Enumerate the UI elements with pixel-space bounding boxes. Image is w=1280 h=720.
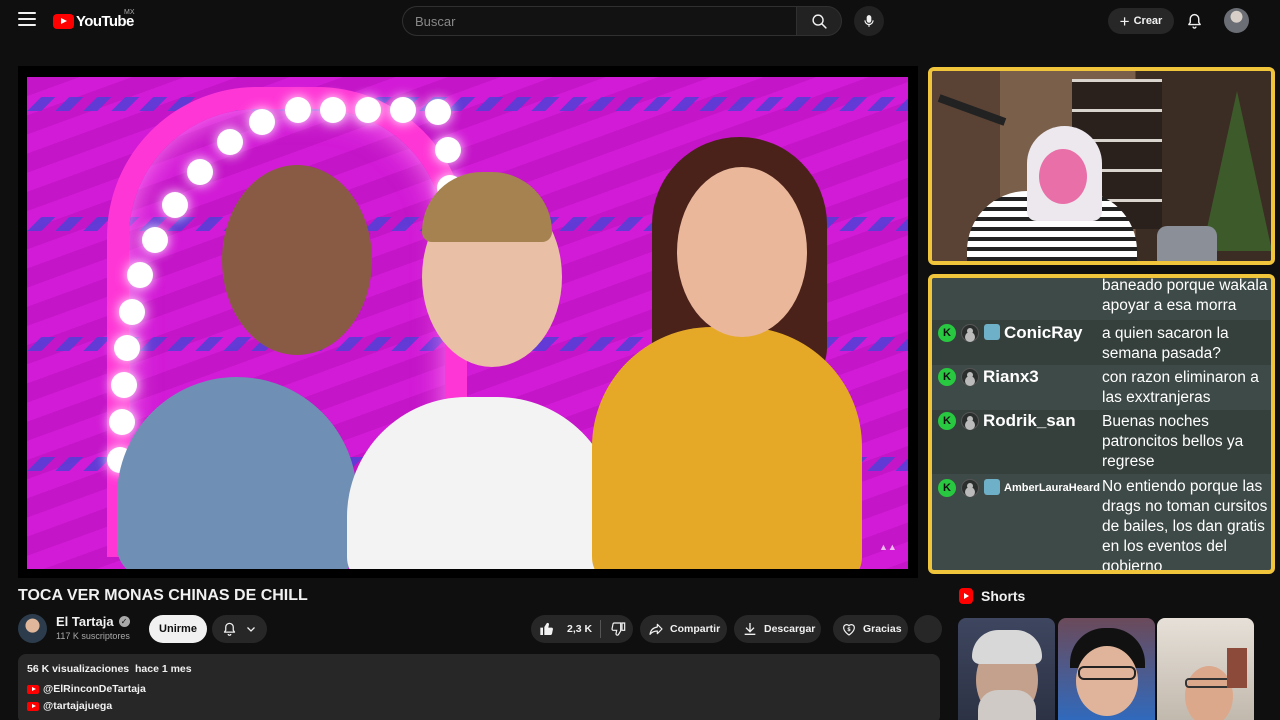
link-text: @tartajajuega	[43, 700, 113, 712]
kick-badge-icon: K	[938, 479, 956, 497]
chat-message-text: Buenas noches patroncitos bellos ya regr…	[1102, 413, 1244, 470]
short-thumbnail[interactable]	[1157, 618, 1254, 720]
chat-message: K Rianx3 con razon eliminaron a las exxt…	[932, 366, 1271, 426]
download-button[interactable]: Descargar	[734, 615, 821, 643]
channel-watermark-icon: ▲▲	[879, 542, 897, 552]
chevron-down-icon	[247, 627, 255, 632]
like-count: 2,3 K	[567, 623, 593, 635]
search-bar	[402, 6, 843, 36]
kick-badge-icon: K	[938, 324, 956, 342]
channel-avatar[interactable]	[18, 614, 47, 643]
chat-username: Rodrik_san	[983, 411, 1076, 430]
shorts-icon	[959, 588, 973, 604]
kick-badge-icon: K	[938, 368, 956, 386]
thanks-label: Gracias	[863, 623, 902, 635]
emote-icon	[984, 479, 1000, 495]
youtube-icon	[27, 701, 39, 711]
shorts-header: Shorts	[959, 588, 1025, 604]
thanks-button[interactable]: $ Gracias	[833, 615, 908, 643]
user-icon	[961, 324, 979, 342]
youtube-icon	[27, 684, 39, 694]
microphone-icon	[864, 15, 874, 27]
chat-message: K AmberLauraHeard No entiendo porque las…	[932, 475, 1271, 574]
chat-username: AmberLauraHeard	[1004, 482, 1100, 494]
chat-message: baneado porque wakala apoyar a esa morra	[932, 277, 1271, 316]
thumbs-down-icon	[611, 622, 626, 636]
menu-icon[interactable]	[18, 12, 36, 28]
description-link[interactable]: @tartajajuega	[27, 700, 112, 712]
bell-icon	[223, 622, 236, 636]
share-label: Compartir	[670, 623, 721, 635]
short-thumbnail[interactable]	[1058, 618, 1155, 720]
short-thumbnail[interactable]	[958, 618, 1055, 720]
chat-username: Rianx3	[983, 367, 1039, 386]
streamer-webcam	[928, 67, 1275, 265]
description-box[interactable]: 56 K visualizaciones hace 1 mes @ElRinco…	[18, 654, 940, 720]
kick-badge-icon: K	[938, 412, 956, 430]
verified-check-icon: ✓	[118, 616, 130, 627]
subscription-notify-button[interactable]	[212, 615, 267, 643]
more-actions-button[interactable]	[914, 615, 942, 643]
description-link[interactable]: @ElRinconDeTartaja	[27, 683, 146, 695]
video-frame: ▲▲	[27, 77, 908, 569]
heart-dollar-icon: $	[843, 624, 855, 636]
like-dislike-group: 2,3 K	[531, 615, 633, 643]
video-title: TOCA VER MONAS CHINAS DE CHILL	[18, 587, 308, 604]
upload-date: hace 1 mes	[134, 663, 192, 675]
channel-name-link[interactable]: El Tartaja ✓	[56, 614, 130, 629]
shorts-label: Shorts	[981, 588, 1026, 604]
create-button[interactable]: + Crear	[1108, 8, 1174, 34]
country-code: MX	[124, 9, 135, 16]
svg-text:$: $	[847, 627, 851, 633]
user-icon	[961, 479, 979, 497]
top-bar: YouTube MX + Crear	[0, 0, 1280, 42]
video-player[interactable]: ▲▲	[18, 66, 918, 578]
create-label: Crear	[1133, 15, 1163, 27]
stream-chat: baneado porque wakala apoyar a esa morra…	[928, 274, 1275, 574]
youtube-logo[interactable]: YouTube MX	[53, 9, 135, 31]
chat-message: K Rodrik_san Buenas noches patroncitos b…	[932, 410, 1271, 474]
bell-icon	[1187, 13, 1201, 29]
subscriber-count: 117 K suscriptores	[56, 631, 130, 641]
voice-search-button[interactable]	[854, 6, 884, 36]
view-count: 56 K visualizaciones	[27, 663, 130, 675]
dislike-button[interactable]	[601, 615, 632, 643]
description-meta: 56 K visualizaciones hace 1 mes	[27, 663, 192, 675]
account-avatar[interactable]	[1224, 8, 1249, 33]
share-icon	[649, 623, 663, 635]
chat-message-text: con razon eliminaron a las exxtranjeras …	[1102, 369, 1259, 426]
chat-message-text: No entiendo porque las drags no toman cu…	[1102, 478, 1268, 574]
thumbs-up-icon	[540, 622, 553, 636]
channel-name: El Tartaja	[56, 614, 114, 629]
search-input[interactable]	[402, 6, 796, 36]
join-button[interactable]: Unirme	[149, 615, 207, 643]
user-icon	[961, 368, 979, 386]
emote-icon	[984, 324, 1000, 340]
download-label: Descargar	[764, 623, 816, 635]
chat-message-text: baneado porque wakala apoyar a esa morra	[1102, 277, 1268, 314]
chat-message: K ConicRay a quien sacaron la semana pas…	[932, 320, 1271, 365]
search-button[interactable]	[796, 6, 842, 36]
plus-icon: +	[1119, 11, 1130, 31]
chat-message-text: a quien sacaron la semana pasada?	[1102, 325, 1229, 362]
share-button[interactable]: Compartir	[640, 615, 727, 643]
chat-username: ConicRay	[1004, 323, 1083, 342]
user-avatar-icon	[961, 412, 979, 430]
like-button[interactable]: 2,3 K	[531, 615, 592, 643]
notifications-button[interactable]	[1183, 10, 1205, 32]
youtube-logo-icon	[53, 13, 74, 29]
download-icon	[744, 623, 756, 635]
search-icon	[811, 13, 827, 29]
link-text: @ElRinconDeTartaja	[43, 683, 146, 695]
